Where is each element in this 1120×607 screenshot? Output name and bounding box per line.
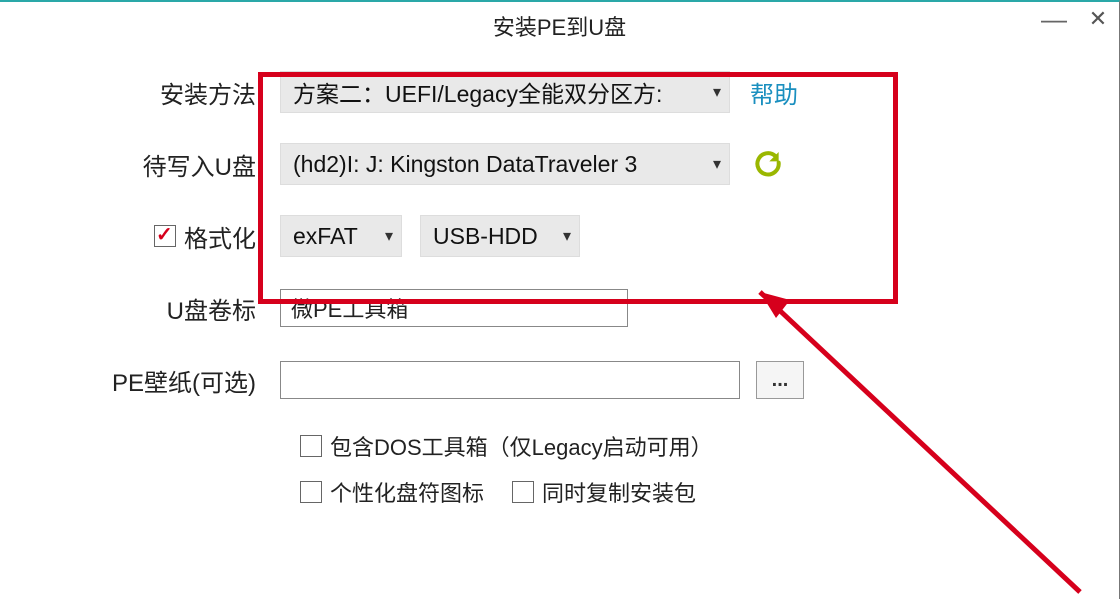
target-usb-label: 待写入U盘: [40, 147, 280, 182]
browse-button[interactable]: ...: [756, 361, 804, 399]
chevron-down-icon: ▾: [563, 226, 571, 246]
install-method-value: 方案二：UEFI/Legacy全能双分区方:: [293, 75, 707, 109]
dos-option-row: 包含DOS工具箱（仅Legacy启动可用）: [300, 430, 1059, 462]
wallpaper-row: PE壁纸(可选) ...: [40, 358, 1059, 402]
install-method-row: 安装方法 方案二：UEFI/Legacy全能双分区方: ▾ 帮助: [40, 70, 1059, 114]
filesystem-value: exFAT: [293, 223, 379, 250]
window-title: 安装PE到U盘: [493, 10, 626, 42]
volume-input[interactable]: [280, 289, 628, 327]
custom-icon-label: 个性化盘符图标: [330, 476, 484, 508]
wallpaper-label: PE壁纸(可选): [40, 363, 280, 398]
boot-mode-dropdown[interactable]: USB-HDD ▾: [420, 215, 580, 257]
target-usb-dropdown[interactable]: (hd2)I: J: Kingston DataTraveler 3 ▾: [280, 143, 730, 185]
filesystem-dropdown[interactable]: exFAT ▾: [280, 215, 402, 257]
window: 安装PE到U盘 — ✕ 安装方法 方案二：UEFI/Legacy全能双分区方: …: [0, 0, 1120, 599]
target-usb-row: 待写入U盘 (hd2)I: J: Kingston DataTraveler 3…: [40, 142, 1059, 186]
target-usb-value: (hd2)I: J: Kingston DataTraveler 3: [293, 151, 707, 178]
format-label: 格式化: [184, 219, 256, 254]
volume-row: U盘卷标: [40, 286, 1059, 330]
icon-copy-option-row: 个性化盘符图标 同时复制安装包: [300, 476, 1059, 508]
minimize-button[interactable]: —: [1043, 8, 1065, 30]
options-block: 包含DOS工具箱（仅Legacy启动可用） 个性化盘符图标 同时复制安装包: [300, 430, 1059, 508]
format-row: 格式化 exFAT ▾ USB-HDD ▾: [40, 214, 1059, 258]
close-button[interactable]: ✕: [1087, 8, 1109, 30]
volume-label: U盘卷标: [40, 291, 280, 326]
titlebar: 安装PE到U盘 — ✕: [0, 2, 1119, 50]
content-area: 安装方法 方案二：UEFI/Legacy全能双分区方: ▾ 帮助 待写入U盘 (…: [0, 50, 1119, 508]
chevron-down-icon: ▾: [713, 82, 721, 102]
install-method-label: 安装方法: [40, 75, 280, 110]
dos-option-label: 包含DOS工具箱（仅Legacy启动可用）: [330, 430, 713, 462]
help-link[interactable]: 帮助: [750, 75, 798, 110]
install-method-dropdown[interactable]: 方案二：UEFI/Legacy全能双分区方: ▾: [280, 71, 730, 113]
custom-icon-checkbox[interactable]: [300, 481, 322, 503]
chevron-down-icon: ▾: [713, 154, 721, 174]
refresh-icon: [752, 148, 784, 180]
wallpaper-input[interactable]: [280, 361, 740, 399]
window-controls: — ✕: [1043, 8, 1109, 30]
copy-installer-label: 同时复制安装包: [542, 476, 696, 508]
format-label-wrap: 格式化: [40, 219, 280, 254]
format-checkbox[interactable]: [154, 225, 176, 247]
copy-installer-checkbox[interactable]: [512, 481, 534, 503]
boot-mode-value: USB-HDD: [433, 223, 557, 250]
chevron-down-icon: ▾: [385, 226, 393, 246]
dos-checkbox[interactable]: [300, 435, 322, 457]
refresh-button[interactable]: [750, 146, 786, 182]
